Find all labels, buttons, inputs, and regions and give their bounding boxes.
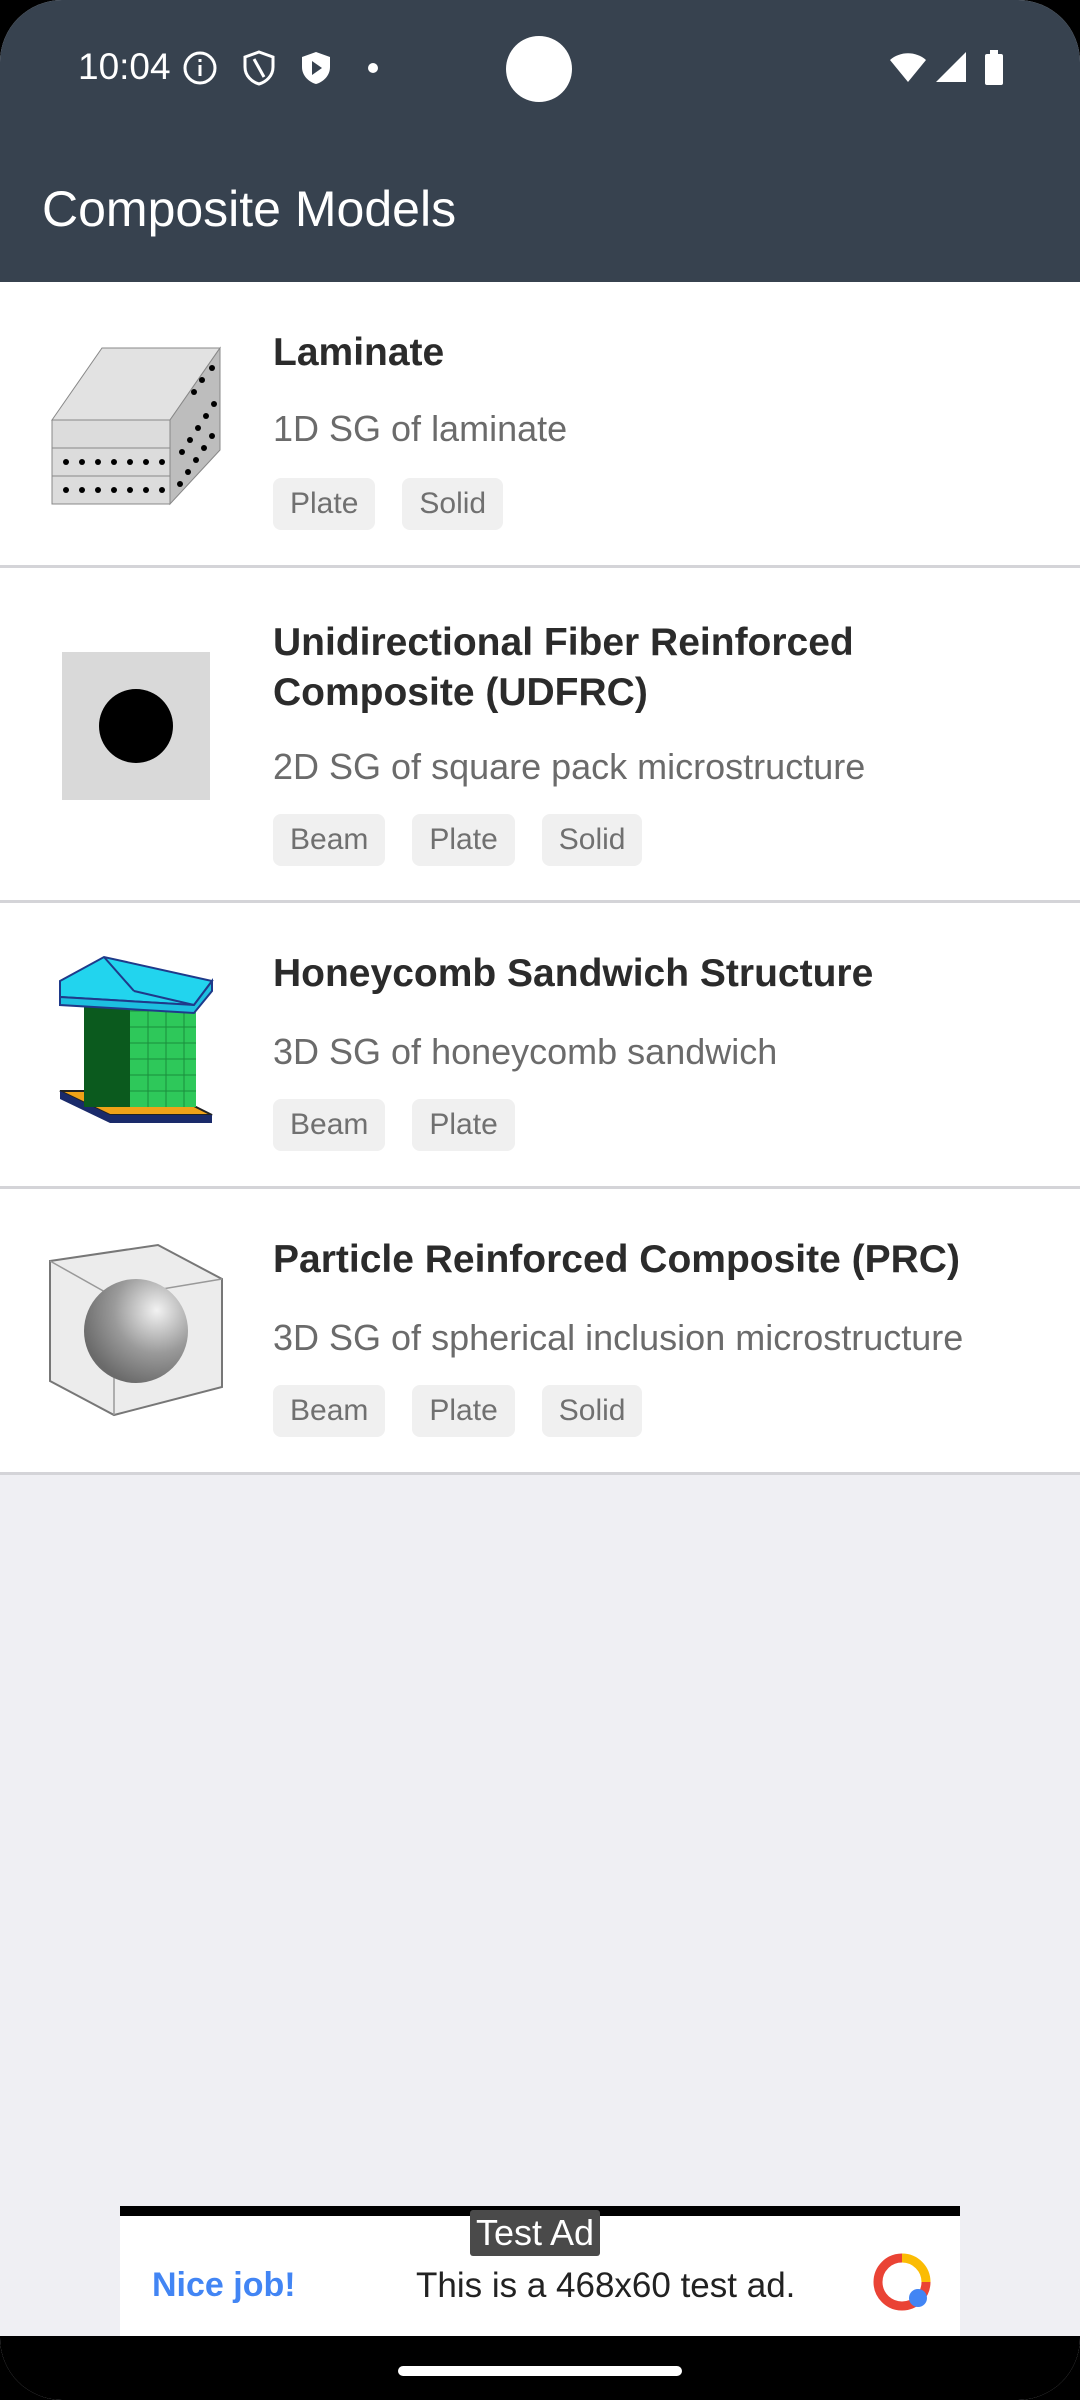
- shield-outline-icon: [243, 50, 275, 86]
- info-icon: [183, 51, 217, 85]
- particle-icon: [49, 1243, 223, 1417]
- fiber-icon: [62, 652, 210, 800]
- wifi-icon: [890, 53, 926, 82]
- tag-beam: Beam: [273, 1385, 386, 1437]
- tag-list: Plate Solid: [273, 478, 504, 530]
- signal-icon: [936, 52, 966, 82]
- front-camera: [506, 36, 572, 102]
- tag-list: Beam Plate: [273, 1099, 515, 1151]
- tag-beam: Beam: [273, 814, 386, 866]
- tag-plate: Plate: [412, 814, 515, 866]
- item-title: Particle Reinforced Composite (PRC): [273, 1238, 960, 1281]
- app-bar: 10:04 Composite Models: [0, 0, 1080, 282]
- test-ad-label: Test Ad: [470, 2210, 601, 2256]
- tag-plate: Plate: [412, 1099, 515, 1151]
- list-item-prc[interactable]: Particle Reinforced Composite (PRC) 3D S…: [0, 1189, 1080, 1475]
- item-title: Honeycomb Sandwich Structure: [273, 952, 874, 995]
- honeycomb-icon: [59, 955, 214, 1123]
- item-subtitle: 3D SG of spherical inclusion microstruct…: [273, 1317, 964, 1358]
- tag-list: Beam Plate Solid: [273, 1385, 643, 1437]
- navigation-bar: [0, 2336, 1080, 2400]
- item-subtitle: 2D SG of square pack microstructure: [273, 746, 866, 787]
- list-item-laminate[interactable]: Laminate 1D SG of laminate Plate Solid: [0, 282, 1080, 568]
- home-gesture-handle[interactable]: [398, 2366, 682, 2376]
- tag-plate: Plate: [412, 1385, 515, 1437]
- item-subtitle: 3D SG of honeycomb sandwich: [273, 1031, 778, 1072]
- screen: 10:04 Composite Models Laminate 1D SG of…: [0, 0, 1080, 2400]
- tag-solid: Solid: [402, 478, 504, 530]
- tag-plate: Plate: [273, 478, 376, 530]
- shield-play-icon: [302, 52, 330, 84]
- laminate-icon: [51, 346, 221, 506]
- tag-list: Beam Plate Solid: [273, 814, 643, 866]
- tag-solid: Solid: [541, 814, 643, 866]
- model-list: Laminate 1D SG of laminate Plate Solid U…: [0, 282, 1080, 1475]
- tag-beam: Beam: [273, 1099, 386, 1151]
- list-item-udfrc[interactable]: Unidirectional Fiber Reinforced Composit…: [0, 568, 1080, 903]
- tag-solid: Solid: [541, 1385, 643, 1437]
- page-title: Composite Models: [42, 181, 457, 237]
- ad-cta[interactable]: Nice job!: [152, 2266, 296, 2305]
- battery-icon: [985, 50, 1003, 85]
- dot-icon: [368, 63, 378, 73]
- item-subtitle: 1D SG of laminate: [273, 408, 568, 449]
- ad-logo-icon: [873, 2253, 931, 2311]
- item-title: Laminate: [273, 331, 445, 374]
- list-item-honeycomb[interactable]: Honeycomb Sandwich Structure 3D SG of ho…: [0, 903, 1080, 1189]
- ad-text: This is a 468x60 test ad.: [416, 2266, 796, 2305]
- item-title: Unidirectional Fiber Reinforced Composit…: [273, 621, 854, 714]
- status-time: 10:04: [78, 46, 171, 87]
